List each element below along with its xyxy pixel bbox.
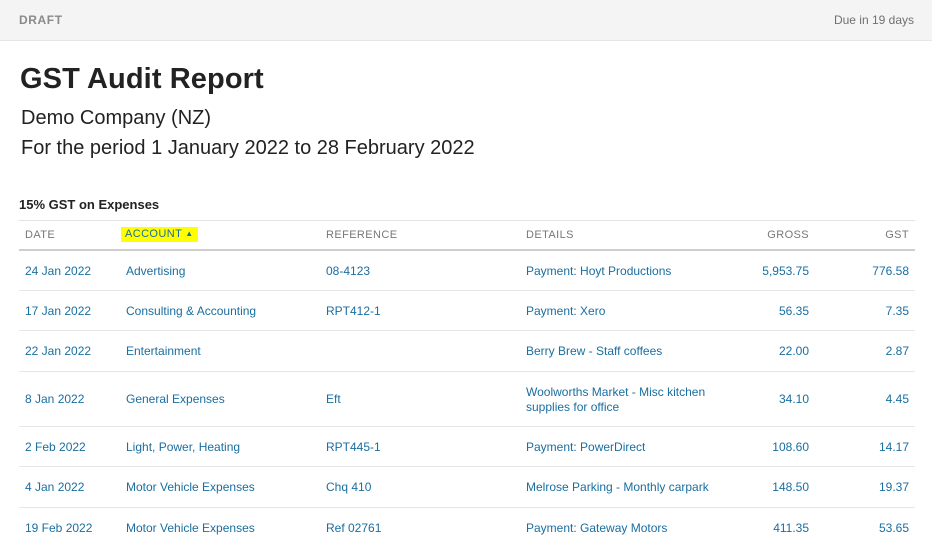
status-bar: DRAFT Due in 19 days — [0, 0, 932, 41]
cell-gst[interactable]: 4.45 — [886, 392, 909, 407]
cell-gst[interactable]: 2.87 — [886, 344, 909, 359]
column-header-gst[interactable]: GST — [885, 229, 909, 241]
cell-account[interactable]: Advertising — [126, 264, 185, 279]
cell-details[interactable]: Payment: Gateway Motors — [526, 521, 726, 536]
cell-details[interactable]: Payment: Hoyt Productions — [526, 264, 726, 279]
column-header-date[interactable]: DATE — [25, 229, 55, 241]
cell-details[interactable]: Woolworths Market - Misc kitchen supplie… — [526, 385, 726, 415]
column-header-account[interactable]: ACCOUNT ▲ — [121, 227, 198, 242]
cell-date[interactable]: 22 Jan 2022 — [25, 344, 91, 359]
cell-gst[interactable]: 776.58 — [872, 264, 909, 279]
table-row[interactable]: 2 Feb 2022 Light, Power, Heating RPT445-1 P… — [19, 427, 915, 467]
cell-reference[interactable]: Ref 02761 — [326, 521, 381, 536]
cell-gross[interactable]: 34.10 — [779, 392, 809, 407]
cell-gst[interactable]: 19.37 — [879, 480, 909, 495]
table-header: DATE ACCOUNT ▲ REFERENCE DETAILS GROSS GS… — [19, 221, 915, 251]
cell-account[interactable]: Consulting & Accounting — [126, 304, 256, 319]
section-title: 15% GST on Expenses — [19, 197, 160, 212]
column-header-account-label: ACCOUNT — [125, 228, 183, 240]
status-badge: DRAFT — [19, 13, 63, 27]
cell-account[interactable]: Motor Vehicle Expenses — [126, 521, 255, 536]
cell-date[interactable]: 17 Jan 2022 — [25, 304, 91, 319]
cell-account[interactable]: Entertainment — [126, 344, 201, 359]
column-header-reference[interactable]: REFERENCE — [326, 229, 397, 241]
cell-reference[interactable]: Eft — [326, 392, 341, 407]
cell-gross[interactable]: 56.35 — [779, 304, 809, 319]
cell-details[interactable]: Melrose Parking - Monthly carpark — [526, 480, 726, 495]
column-header-gross[interactable]: GROSS — [767, 229, 809, 241]
cell-reference[interactable]: RPT445-1 — [326, 440, 381, 455]
cell-date[interactable]: 19 Feb 2022 — [25, 521, 92, 536]
cell-gross[interactable]: 148.50 — [772, 480, 809, 495]
cell-gst[interactable]: 14.17 — [879, 440, 909, 455]
cell-reference[interactable]: 08-4123 — [326, 264, 370, 279]
cell-gross[interactable]: 22.00 — [779, 344, 809, 359]
cell-reference[interactable]: Chq 410 — [326, 480, 371, 495]
cell-gross[interactable]: 411.35 — [773, 521, 809, 536]
table-row[interactable]: 8 Jan 2022 General Expenses Eft Woolworths … — [19, 372, 915, 427]
cell-account[interactable]: Light, Power, Heating — [126, 440, 240, 455]
column-header-details[interactable]: DETAILS — [526, 229, 574, 241]
cell-date[interactable]: 2 Feb 2022 — [25, 440, 86, 455]
cell-gst[interactable]: 53.65 — [879, 521, 909, 536]
cell-date[interactable]: 4 Jan 2022 — [25, 480, 84, 495]
cell-account[interactable]: General Expenses — [126, 392, 225, 407]
table-row[interactable]: 4 Jan 2022 Motor Vehicle Expenses Chq 410 M… — [19, 467, 915, 508]
cell-reference[interactable]: RPT412-1 — [326, 304, 381, 319]
table-row[interactable]: 24 Jan 2022 Advertising 08-4123 Payment: Ho… — [19, 251, 915, 291]
cell-gross[interactable]: 5,953.75 — [762, 264, 809, 279]
page-title: GST Audit Report — [20, 63, 264, 95]
cell-date[interactable]: 24 Jan 2022 — [25, 264, 91, 279]
gst-expenses-table: DATE ACCOUNT ▲ REFERENCE DETAILS GROSS GS… — [19, 220, 915, 547]
table-row[interactable]: 19 Feb 2022 Motor Vehicle Expenses Ref 027… — [19, 508, 915, 547]
report-period: For the period 1 January 2022 to 28 Febr… — [21, 137, 475, 159]
table-row[interactable]: 22 Jan 2022 Entertainment Berry Brew - Sta… — [19, 331, 915, 372]
cell-gross[interactable]: 108.60 — [772, 440, 809, 455]
cell-gst[interactable]: 7.35 — [886, 304, 909, 319]
due-date-label: Due in 19 days — [833, 13, 914, 27]
cell-details[interactable]: Payment: PowerDirect — [526, 440, 726, 455]
cell-account[interactable]: Motor Vehicle Expenses — [126, 480, 255, 495]
cell-details[interactable]: Payment: Xero — [526, 304, 726, 319]
cell-details[interactable]: Berry Brew - Staff coffees — [526, 344, 726, 359]
sort-ascending-icon: ▲ — [185, 229, 194, 238]
table-row[interactable]: 17 Jan 2022 Consulting & Accounting RPT412… — [19, 291, 915, 331]
company-name: Demo Company (NZ) — [21, 107, 212, 129]
cell-date[interactable]: 8 Jan 2022 — [25, 392, 84, 407]
table-body: 24 Jan 2022 Advertising 08-4123 Payment: Ho… — [19, 251, 915, 547]
